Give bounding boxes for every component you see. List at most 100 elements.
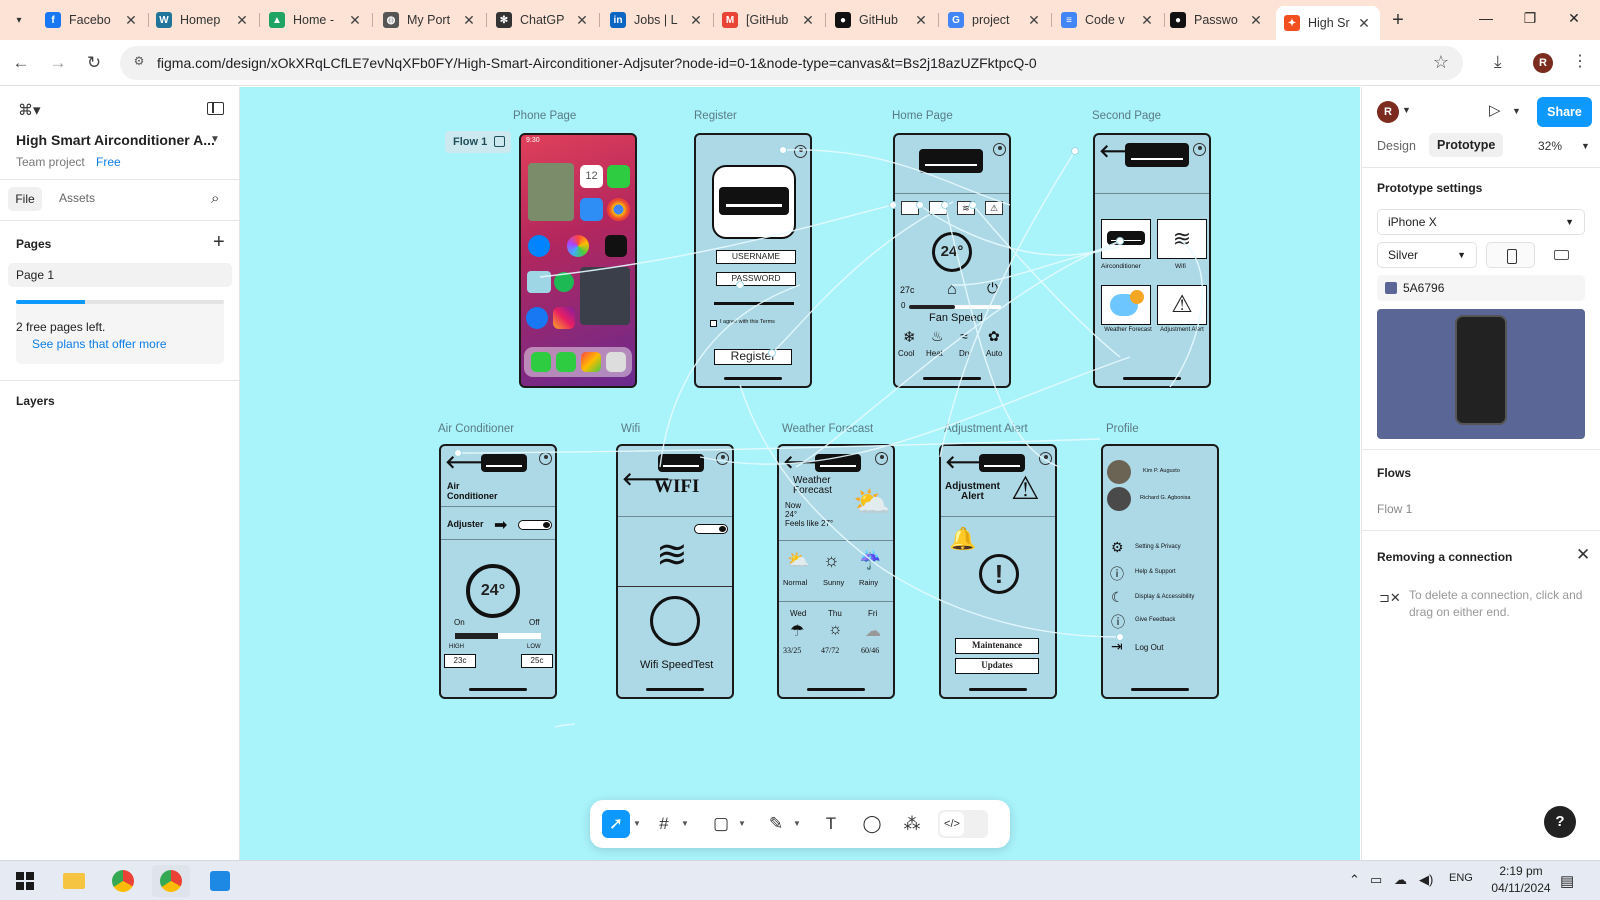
back-button[interactable]: ←	[10, 52, 32, 74]
updates-button[interactable]: Updates	[955, 658, 1039, 674]
browser-tab[interactable]: ● GitHub ✕	[827, 6, 937, 34]
chevron-down-icon[interactable]: ▼	[738, 819, 746, 828]
actions-tool-icon[interactable]: ⁂	[898, 810, 926, 838]
dry-icon[interactable]: ≈	[960, 328, 968, 344]
help-icon[interactable]: ⓘ	[1110, 564, 1124, 584]
search-icon[interactable]: ⌕	[211, 190, 219, 207]
browser-tab[interactable]: ✦ High Sr ✕	[1276, 6, 1380, 40]
chevron-down-icon[interactable]: ▼	[1512, 106, 1521, 116]
portrait-orientation-icon[interactable]	[1486, 242, 1535, 268]
background-color-field[interactable]: 5A6796	[1377, 275, 1585, 301]
present-play-icon[interactable]: ▷	[1489, 101, 1501, 119]
frame-phone-page[interactable]: 9:30 12	[519, 133, 637, 388]
tab-prototype[interactable]: Prototype	[1429, 133, 1504, 157]
notifications-icon[interactable]: ▤	[1560, 872, 1574, 890]
frame-label-weather[interactable]: Weather Forecast	[782, 423, 873, 435]
landscape-orientation-icon[interactable]	[1536, 242, 1585, 268]
adjuster-toggle[interactable]	[518, 520, 552, 530]
home-icon[interactable]: ⌂	[947, 281, 957, 299]
speedometer-icon[interactable]	[650, 596, 700, 646]
aircon-nav-icon[interactable]	[901, 201, 919, 215]
menu-display-accessibility[interactable]: Display & Accessibility	[1135, 594, 1194, 600]
browser-tab[interactable]: in Jobs | L ✕	[602, 6, 712, 34]
flow-starting-point-chip[interactable]: Flow 1	[445, 131, 512, 153]
temperature-dial[interactable]: 24°	[466, 564, 520, 618]
cloud-icon[interactable]: ☁	[1394, 872, 1407, 888]
help-button[interactable]: ?	[1544, 806, 1576, 838]
device-color-select[interactable]: Silver ▼	[1377, 242, 1477, 268]
chevron-down-icon[interactable]: ▼	[793, 819, 801, 828]
figma-main-menu-icon[interactable]: ⌘▾	[18, 101, 41, 119]
frame-label-second[interactable]: Second Page	[1092, 110, 1161, 122]
frame-label-wifi[interactable]: Wifi	[621, 423, 640, 435]
tab-close-icon[interactable]: ✕	[123, 12, 139, 29]
browser-profile-avatar[interactable]: R	[1533, 53, 1553, 73]
weather-nav-icon[interactable]	[929, 201, 947, 215]
see-plans-link[interactable]: See plans that offer more	[32, 337, 167, 351]
page-list-item[interactable]: Page 1	[8, 263, 232, 287]
logout-icon[interactable]: ⇥	[1111, 638, 1123, 655]
frame-profile[interactable]: Kim P. Augusto Richard G. Agbonisa ⚙ Set…	[1101, 444, 1219, 699]
browser-menu-icon[interactable]: ⋮	[1572, 51, 1588, 71]
tab-close-icon[interactable]: ✕	[688, 12, 704, 29]
volume-icon[interactable]: ◀)	[1419, 872, 1433, 888]
maintenance-button[interactable]: Maintenance	[955, 638, 1039, 654]
file-name[interactable]: High Smart Airconditioner A...	[16, 132, 215, 148]
register-button[interactable]: Register	[714, 349, 792, 365]
tab-close-icon[interactable]: ✕	[913, 12, 929, 29]
move-tool-icon[interactable]: ➚	[602, 810, 630, 838]
avatar[interactable]: R	[1377, 101, 1399, 123]
flow-chip-icon[interactable]	[494, 136, 506, 147]
background-color-hex[interactable]: 5A6796	[1403, 281, 1444, 295]
chrome-profile-icon[interactable]	[152, 865, 190, 897]
clock-time[interactable]: 2:19 pm	[1486, 864, 1556, 878]
zoom-level[interactable]: 32%	[1538, 139, 1562, 153]
tab-close-icon[interactable]: ✕	[234, 12, 250, 29]
reload-button[interactable]: ↻	[83, 52, 105, 74]
frame-label-register[interactable]: Register	[694, 110, 737, 122]
low-value-box[interactable]: 25c	[521, 654, 553, 668]
snowflake-icon[interactable]: ❄	[903, 328, 916, 346]
weather-tile[interactable]	[1101, 285, 1151, 325]
url-text[interactable]: figma.com/design/xOkXRqLCfLE7evNqXFb0FY/…	[157, 55, 1037, 71]
bookmark-star-icon[interactable]: ☆	[1433, 52, 1449, 73]
vscode-icon[interactable]	[201, 865, 239, 897]
auto-icon[interactable]: ✿	[988, 328, 1000, 345]
browser-tab[interactable]: ✻ ChatGP ✕	[488, 6, 598, 34]
tab-close-icon[interactable]: ✕	[1139, 12, 1155, 29]
frame-wifi[interactable]: 🡐 WIFI ≋ Wifi SpeedTest	[616, 444, 734, 699]
frame-adjustment-alert[interactable]: 🡐 Adjustment Alert ⚠ 🔔 ! Maintenance Upd…	[939, 444, 1057, 699]
download-icon[interactable]: ⤓	[1494, 52, 1502, 72]
pen-tool-icon[interactable]: ✎	[762, 810, 790, 838]
menu-give-feedback[interactable]: Give Feedback	[1135, 617, 1175, 623]
adjustment-alert-tile[interactable]: ⚠	[1157, 285, 1207, 325]
tab-close-icon[interactable]: ✕	[1248, 12, 1264, 29]
frame-weather-forecast[interactable]: 🡐 Weather Forecast Now 24° Feels like 27…	[777, 444, 895, 699]
terms-checkbox[interactable]	[710, 320, 717, 327]
tab-close-icon[interactable]: ✕	[461, 12, 477, 29]
device-select[interactable]: iPhone X ▼	[1377, 209, 1585, 235]
language-indicator[interactable]: ENG	[1449, 872, 1473, 884]
frame-home-page[interactable]: ≋ ⚠ 24° 27c ⌂ ⏻ 0 Fan Speed ❄ ♨ ≈ ✿ Cool…	[893, 133, 1011, 388]
chevron-down-icon[interactable]: ▼	[633, 819, 641, 828]
tab-assets[interactable]: Assets	[59, 191, 95, 205]
browser-tab[interactable]: f Facebo ✕	[37, 6, 147, 34]
browser-tab[interactable]: Gproject ✕	[940, 6, 1050, 34]
menu-help-support[interactable]: Help & Support	[1135, 569, 1176, 575]
dev-mode-toggle[interactable]: </>	[938, 810, 988, 838]
sidebar-toggle-icon[interactable]	[207, 102, 224, 115]
browser-tab[interactable]: ▲ Home - ✕	[261, 6, 371, 34]
team-label[interactable]: Team project	[16, 155, 85, 169]
tab-close-icon[interactable]: ✕	[347, 12, 363, 29]
file-name-chevron-icon[interactable]: ▼	[210, 134, 220, 145]
wifi-tile[interactable]: ≋	[1157, 219, 1207, 259]
moon-icon[interactable]: ☾	[1111, 589, 1124, 606]
password-field[interactable]: PASSWORD	[716, 272, 796, 286]
chevron-down-icon[interactable]: ▼	[1581, 141, 1590, 151]
network-device-icon[interactable]: ▭	[1370, 872, 1382, 888]
frame-register[interactable]: USERNAME PASSWORD I agree with this Term…	[694, 133, 812, 388]
frame-air-conditioner[interactable]: 🡐 Air Conditioner Adjuster ➡ 24° On Off …	[439, 444, 557, 699]
bell-icon[interactable]: 🔔	[949, 526, 976, 552]
chevron-down-icon[interactable]: ▼	[1402, 105, 1411, 115]
text-tool-icon[interactable]: T	[817, 810, 845, 838]
